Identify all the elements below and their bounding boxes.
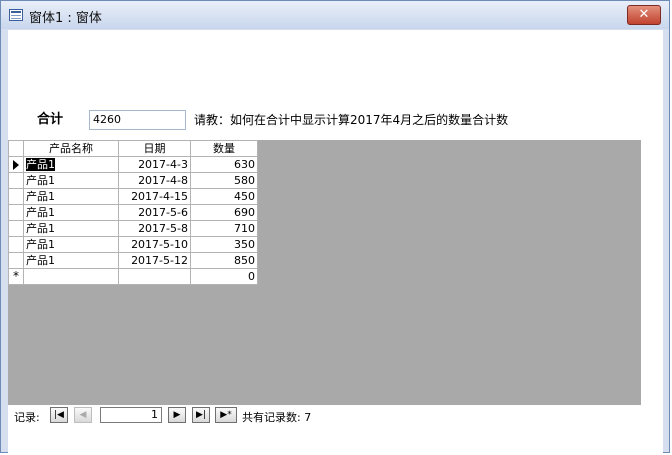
last-record-button[interactable]: ▶| bbox=[192, 407, 210, 423]
cell-date[interactable]: 2017-4-15 bbox=[118, 188, 191, 205]
record-selector[interactable] bbox=[8, 204, 24, 221]
cell-qty[interactable]: 630 bbox=[190, 156, 258, 173]
cell-qty[interactable]: 580 bbox=[190, 172, 258, 189]
column-header-date[interactable]: 日期 bbox=[118, 140, 191, 157]
close-button[interactable]: ✕ bbox=[627, 5, 661, 25]
cell-name-text: 产品1 bbox=[26, 158, 55, 171]
cell-name[interactable]: 产品1 bbox=[23, 252, 119, 269]
cell-date[interactable]: 2017-5-6 bbox=[118, 204, 191, 221]
form-body: 合计 4260 请教：如何在合计中显示计算2017年4月之后的数量合计数 产品名… bbox=[8, 30, 663, 453]
table-row[interactable]: 产品1 2017-5-12 850 bbox=[8, 252, 258, 269]
title-bar[interactable]: 窗体1 : 窗体 ✕ bbox=[1, 1, 669, 29]
total-label: 合计 bbox=[36, 112, 63, 127]
record-selector[interactable] bbox=[8, 172, 24, 189]
previous-record-button[interactable]: ◀ bbox=[74, 407, 92, 423]
new-record-row[interactable]: * 0 bbox=[8, 268, 258, 285]
first-record-button[interactable]: |◀ bbox=[50, 407, 68, 423]
cell-qty[interactable]: 690 bbox=[190, 204, 258, 221]
next-record-button[interactable]: ▶ bbox=[168, 407, 186, 423]
cell-date[interactable]: 2017-4-8 bbox=[118, 172, 191, 189]
cell-name[interactable]: 产品1 bbox=[23, 204, 119, 221]
datasheet-subform: 产品名称 日期 数量 产品1 2017-4-3 630 产品1 2017-4-8… bbox=[8, 140, 641, 405]
cell-date[interactable]: 2017-4-3 bbox=[118, 156, 191, 173]
form-window-icon bbox=[9, 9, 23, 21]
cell-name[interactable]: 产品1 bbox=[23, 172, 119, 189]
cell-qty[interactable]: 850 bbox=[190, 252, 258, 269]
datasheet-table: 产品名称 日期 数量 产品1 2017-4-3 630 产品1 2017-4-8… bbox=[8, 140, 258, 285]
new-record-icon: * bbox=[13, 269, 19, 283]
cell-qty[interactable]: 450 bbox=[190, 188, 258, 205]
cell-name[interactable]: 产品1 bbox=[23, 220, 119, 237]
record-selector[interactable] bbox=[8, 220, 24, 237]
cell-qty[interactable]: 710 bbox=[190, 220, 258, 237]
cell-name[interactable]: 产品1 bbox=[23, 236, 119, 253]
select-all-cell[interactable] bbox=[8, 140, 24, 157]
total-field[interactable]: 4260 bbox=[89, 110, 186, 130]
column-header-qty[interactable]: 数量 bbox=[190, 140, 258, 157]
record-selector[interactable] bbox=[8, 236, 24, 253]
cell-qty[interactable]: 350 bbox=[190, 236, 258, 253]
column-header-name[interactable]: 产品名称 bbox=[23, 140, 119, 157]
new-record-button[interactable]: ▶* bbox=[215, 407, 237, 423]
current-record-field[interactable]: 1 bbox=[100, 407, 162, 423]
question-text: 请教：如何在合计中显示计算2017年4月之后的数量合计数 bbox=[194, 113, 509, 127]
cell-date[interactable]: 2017-5-8 bbox=[118, 220, 191, 237]
table-row[interactable]: 产品1 2017-5-8 710 bbox=[8, 220, 258, 237]
cell-date[interactable]: 2017-5-10 bbox=[118, 236, 191, 253]
record-label: 记录: bbox=[14, 411, 40, 424]
record-count: 共有记录数: 7 bbox=[242, 411, 312, 424]
record-selector[interactable] bbox=[8, 156, 24, 173]
current-record-arrow-icon bbox=[13, 160, 19, 170]
table-row[interactable]: 产品1 2017-4-8 580 bbox=[8, 172, 258, 189]
record-navigation-bar: 记录: |◀ ◀ 1 ▶ ▶| ▶* 共有记录数: 7 bbox=[8, 405, 641, 427]
cell-qty[interactable]: 0 bbox=[190, 268, 258, 285]
table-header-row: 产品名称 日期 数量 bbox=[8, 140, 258, 157]
table-row[interactable]: 产品1 2017-5-6 690 bbox=[8, 204, 258, 221]
record-selector[interactable] bbox=[8, 252, 24, 269]
table-row[interactable]: 产品1 2017-5-10 350 bbox=[8, 236, 258, 253]
form-window: 窗体1 : 窗体 ✕ 合计 4260 请教：如何在合计中显示计算2017年4月之… bbox=[0, 0, 670, 453]
table-row[interactable]: 产品1 2017-4-3 630 bbox=[8, 156, 258, 173]
cell-name[interactable]: 产品1 bbox=[23, 188, 119, 205]
window-title: 窗体1 : 窗体 bbox=[29, 11, 102, 26]
cell-date[interactable]: 2017-5-12 bbox=[118, 252, 191, 269]
new-record-selector[interactable]: * bbox=[8, 268, 24, 285]
cell-name[interactable]: 产品1 bbox=[23, 156, 119, 173]
cell-date[interactable] bbox=[118, 268, 191, 285]
record-selector[interactable] bbox=[8, 188, 24, 205]
cell-name[interactable] bbox=[23, 268, 119, 285]
table-row[interactable]: 产品1 2017-4-15 450 bbox=[8, 188, 258, 205]
